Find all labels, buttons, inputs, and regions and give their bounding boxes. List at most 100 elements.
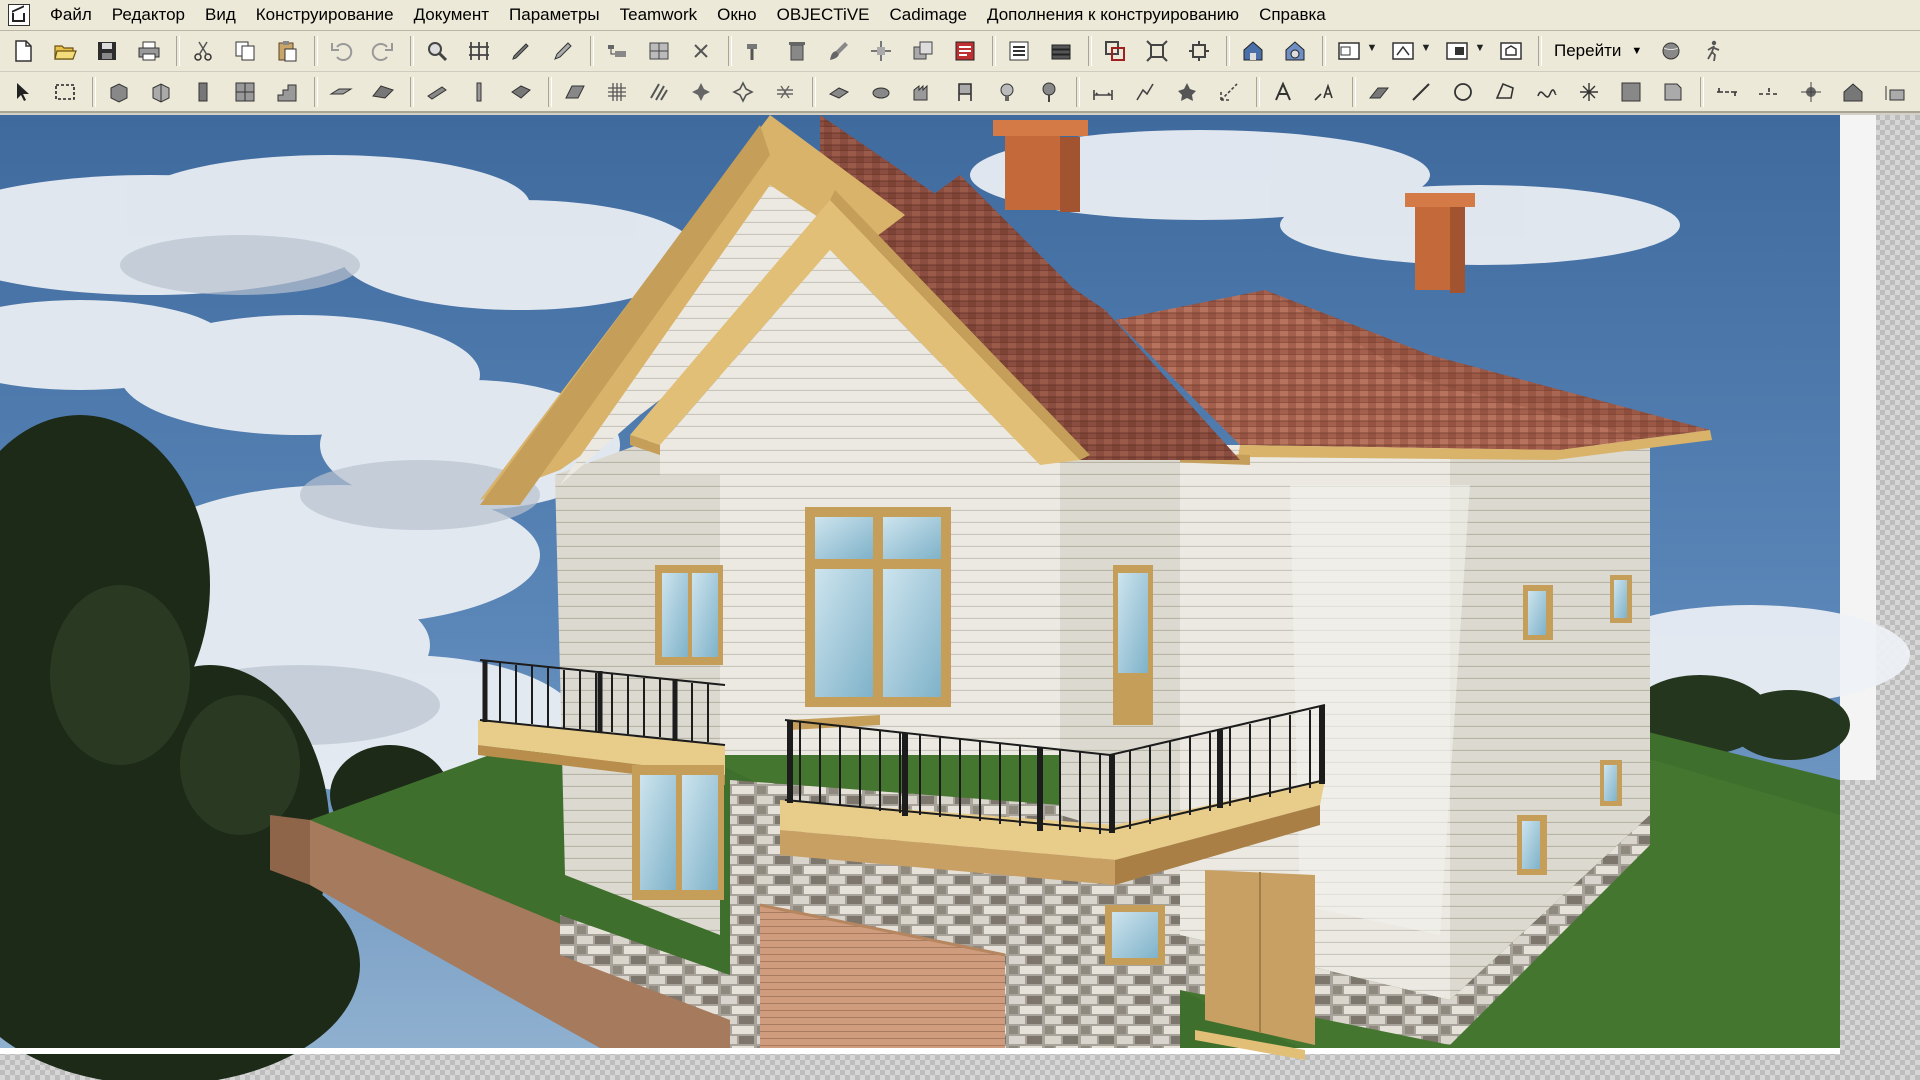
polyline-icon[interactable] bbox=[1488, 75, 1522, 109]
move-icon[interactable] bbox=[864, 34, 898, 68]
arrow-select-icon[interactable] bbox=[6, 75, 40, 109]
print-button[interactable] bbox=[132, 34, 166, 68]
stair-icon[interactable] bbox=[270, 75, 304, 109]
more-tools-icon[interactable] bbox=[1878, 75, 1912, 109]
toolbar-separator bbox=[314, 76, 318, 107]
menu-editor[interactable]: Редактор bbox=[102, 1, 195, 29]
level-dimension-icon[interactable] bbox=[1128, 75, 1162, 109]
menu-help[interactable]: Справка bbox=[1249, 1, 1336, 29]
app-icon[interactable] bbox=[8, 4, 30, 26]
angle-dimension-icon[interactable] bbox=[1212, 75, 1246, 109]
chevron-down-icon[interactable]: ▼ bbox=[1366, 31, 1378, 65]
fit-window-icon[interactable] bbox=[1182, 34, 1216, 68]
new-file-button[interactable] bbox=[6, 34, 40, 68]
dimension-icon[interactable] bbox=[1086, 75, 1120, 109]
door-icon[interactable] bbox=[822, 75, 856, 109]
brush-icon[interactable] bbox=[822, 34, 856, 68]
menu-design-extras[interactable]: Дополнения к конструированию bbox=[977, 1, 1249, 29]
shell-icon[interactable] bbox=[420, 75, 454, 109]
menu-document[interactable]: Документ bbox=[404, 1, 499, 29]
elevation-icon[interactable] bbox=[1440, 34, 1474, 68]
roof-icon[interactable] bbox=[366, 75, 400, 109]
menu-view[interactable]: Вид bbox=[195, 1, 246, 29]
camera-icon[interactable] bbox=[1836, 75, 1870, 109]
mesh-icon[interactable] bbox=[504, 75, 538, 109]
menu-objective[interactable]: OBJECTiVE bbox=[767, 1, 880, 29]
menu-bar: Файл Редактор Вид Конструирование Докуме… bbox=[0, 0, 1920, 31]
navigator-icon[interactable] bbox=[1654, 34, 1688, 68]
chevron-down-icon[interactable]: ▼ bbox=[1474, 31, 1486, 65]
beam-icon[interactable] bbox=[228, 75, 262, 109]
window-tool-icon[interactable] bbox=[864, 75, 898, 109]
figure-icon[interactable] bbox=[768, 75, 802, 109]
3d-view-icon[interactable] bbox=[1236, 34, 1270, 68]
zone-icon[interactable] bbox=[642, 75, 676, 109]
hatch-icon[interactable] bbox=[600, 75, 634, 109]
wall-icon[interactable] bbox=[102, 75, 136, 109]
drawing-icon[interactable] bbox=[1656, 75, 1690, 109]
menu-file[interactable]: Файл bbox=[40, 1, 102, 29]
railing-icon[interactable] bbox=[462, 75, 496, 109]
3d-window-icon[interactable] bbox=[1278, 34, 1312, 68]
menu-options[interactable]: Параметры bbox=[499, 1, 610, 29]
detail-marker-icon[interactable] bbox=[1794, 75, 1828, 109]
walk-icon[interactable] bbox=[1696, 34, 1730, 68]
chevron-down-icon[interactable]: ▼ bbox=[1420, 31, 1432, 65]
column-icon[interactable] bbox=[186, 75, 220, 109]
toolbar-separator bbox=[728, 36, 732, 66]
zoom-out-icon[interactable] bbox=[1140, 34, 1174, 68]
cut-icon[interactable] bbox=[186, 34, 220, 68]
zoom-in-icon[interactable] bbox=[1098, 34, 1132, 68]
curtain-wall-icon[interactable] bbox=[144, 75, 178, 109]
toolbar-separator bbox=[176, 36, 180, 66]
find-select-icon[interactable] bbox=[420, 34, 454, 68]
marquee-icon[interactable] bbox=[48, 75, 82, 109]
light-icon[interactable] bbox=[990, 75, 1024, 109]
menu-design[interactable]: Конструирование bbox=[246, 1, 404, 29]
pen-icon[interactable] bbox=[504, 34, 538, 68]
detail-icon[interactable] bbox=[1494, 34, 1528, 68]
paste-icon[interactable] bbox=[270, 34, 304, 68]
menu-cadimage[interactable]: Cadimage bbox=[880, 1, 978, 29]
menu-window[interactable]: Окно bbox=[707, 1, 767, 29]
copy-move-icon[interactable] bbox=[906, 34, 940, 68]
hammer-icon[interactable] bbox=[738, 34, 772, 68]
list-icon[interactable] bbox=[1002, 34, 1036, 68]
object-icon[interactable] bbox=[726, 75, 760, 109]
spline-icon[interactable] bbox=[1530, 75, 1564, 109]
pencil-icon[interactable] bbox=[546, 34, 580, 68]
goto-dropdown[interactable]: Перейти ▼ bbox=[1548, 36, 1648, 66]
skylight-icon[interactable] bbox=[906, 75, 940, 109]
window-icon[interactable] bbox=[642, 34, 676, 68]
redo-icon[interactable] bbox=[366, 34, 400, 68]
label-icon[interactable] bbox=[1308, 75, 1342, 109]
save-button[interactable] bbox=[90, 34, 124, 68]
tree-icon[interactable] bbox=[1032, 75, 1066, 109]
elevation-line-icon[interactable] bbox=[1752, 75, 1786, 109]
chair-icon[interactable] bbox=[948, 75, 982, 109]
section-icon[interactable] bbox=[1386, 34, 1420, 68]
layer-icon[interactable] bbox=[600, 34, 634, 68]
slab-icon[interactable] bbox=[324, 75, 358, 109]
menu-teamwork[interactable]: Teamwork bbox=[610, 1, 707, 29]
circle-icon[interactable] bbox=[1446, 75, 1480, 109]
eraser-icon[interactable] bbox=[1362, 75, 1396, 109]
undo-icon[interactable] bbox=[324, 34, 358, 68]
lamp-icon[interactable] bbox=[684, 75, 718, 109]
radial-dimension-icon[interactable] bbox=[1170, 75, 1204, 109]
line-icon[interactable] bbox=[1404, 75, 1438, 109]
picture-icon[interactable] bbox=[1614, 75, 1648, 109]
text-icon[interactable] bbox=[1266, 75, 1300, 109]
hotspot-icon[interactable] bbox=[1572, 75, 1606, 109]
section-line-icon[interactable] bbox=[1710, 75, 1744, 109]
trash-icon[interactable] bbox=[780, 34, 814, 68]
stack-icon[interactable] bbox=[1044, 34, 1078, 68]
grid-icon[interactable] bbox=[462, 34, 496, 68]
close-icon[interactable] bbox=[684, 34, 718, 68]
fill-icon[interactable] bbox=[558, 75, 592, 109]
favorites-icon[interactable] bbox=[948, 34, 982, 68]
3d-viewport[interactable] bbox=[0, 115, 1920, 1080]
layout-icon[interactable] bbox=[1332, 34, 1366, 68]
copy-icon[interactable] bbox=[228, 34, 262, 68]
open-folder-button[interactable] bbox=[48, 34, 82, 68]
